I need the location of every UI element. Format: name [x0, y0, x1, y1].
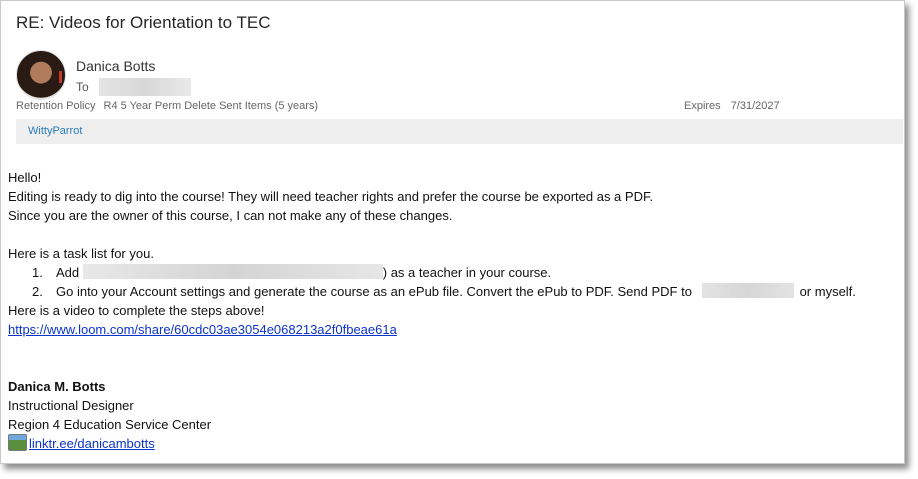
task-text: or myself.: [799, 284, 856, 299]
redacted-email: [701, 283, 794, 298]
list-number: 2.: [32, 284, 43, 299]
recipient-redacted[interactable]: [98, 78, 191, 96]
video-line: Here is a video to complete the steps ab…: [8, 303, 265, 318]
retention-value: R4 5 Year Perm Delete Sent Items (5 year…: [103, 100, 319, 112]
expires-label: Expires: [684, 100, 721, 112]
email-reading-pane: RE: Videos for Orientation to TEC Danica…: [0, 0, 905, 464]
email-subject: RE: Videos for Orientation to TEC: [16, 13, 271, 32]
expiry-info: Expires 7/31/2027: [684, 100, 780, 112]
recipients-row: To: [76, 78, 191, 96]
list-item: 1. Add ) as a teacher in your course.: [8, 263, 856, 282]
body-line: Since you are the owner of this course, …: [8, 208, 453, 223]
email-body: Hello! Editing is ready to dig into the …: [8, 168, 856, 453]
retention-label: Retention Policy: [16, 100, 96, 112]
task-text: Go into your Account settings and genera…: [56, 284, 692, 299]
linktree-link[interactable]: linktr.ee/danicambotts: [29, 436, 155, 451]
presence-indicator: [59, 71, 62, 83]
redacted-name: [82, 264, 383, 279]
signature-name: Danica M. Botts: [8, 379, 106, 394]
task-text: Add: [56, 265, 80, 280]
list-item: 2. Go into your Account settings and gen…: [8, 282, 856, 301]
signature-org: Region 4 Education Service Center: [8, 417, 212, 432]
sender-name[interactable]: Danica Botts: [76, 58, 155, 74]
retention-policy: Retention Policy R4 5 Year Perm Delete Se…: [16, 100, 318, 112]
linktree-image-icon: [8, 434, 27, 451]
task-text: ) as a teacher in your course.: [382, 265, 552, 280]
wittyparrot-addin-link[interactable]: WittyParrot: [28, 125, 82, 137]
list-number: 1.: [32, 265, 43, 280]
loom-video-link[interactable]: https://www.loom.com/share/60cdc03ae3054…: [8, 322, 397, 337]
expires-value: 7/31/2027: [730, 100, 780, 112]
to-label: To: [76, 80, 89, 94]
greeting: Hello!: [8, 170, 42, 185]
task-intro: Here is a task list for you.: [8, 246, 154, 261]
body-line: Editing is ready to dig into the course!…: [8, 189, 654, 204]
signature-title: Instructional Designer: [8, 398, 134, 413]
addin-bar: WittyParrot: [16, 119, 903, 144]
